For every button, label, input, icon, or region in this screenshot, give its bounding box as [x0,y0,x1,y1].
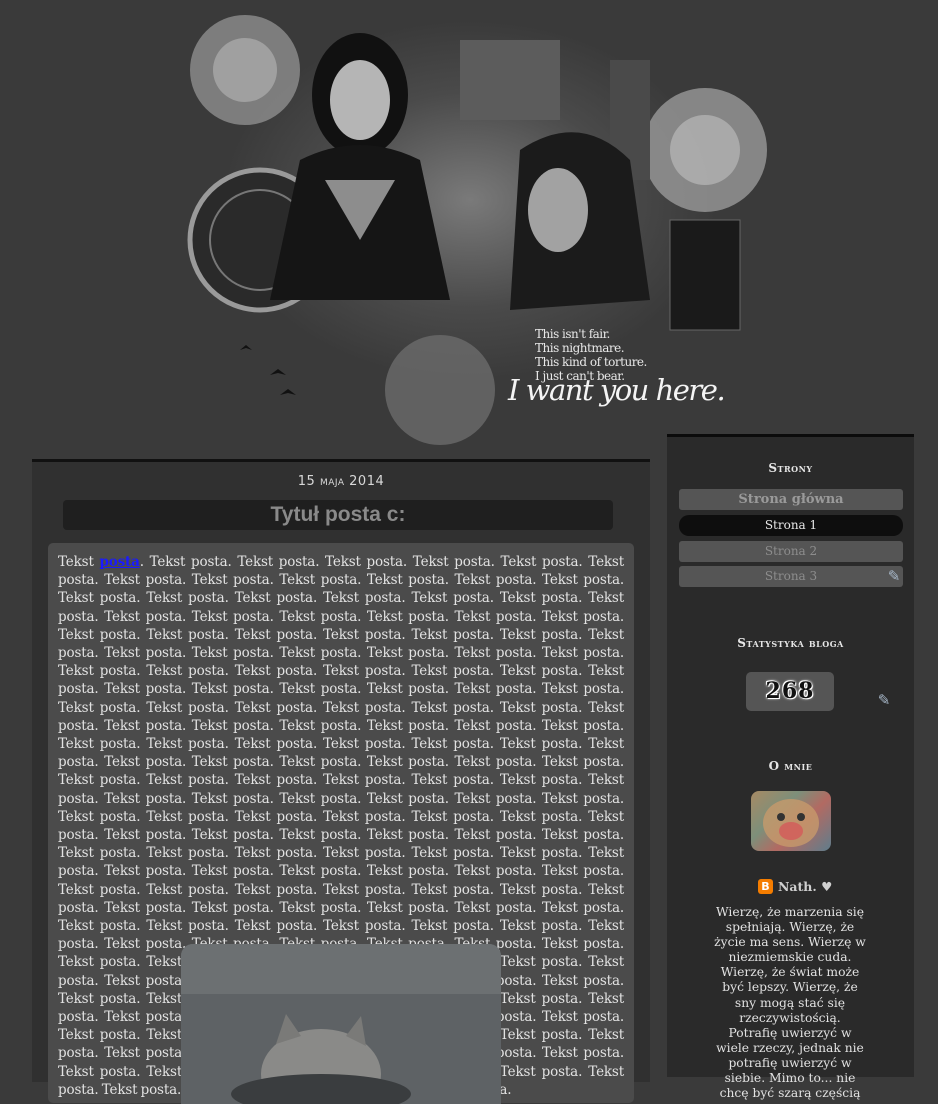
post-link[interactable]: posta [99,554,139,570]
stats-heading: Statystyka bloga [737,636,844,650]
header-banner: This isn't fair. This nightmare. This ki… [150,0,790,460]
page-link-1[interactable]: Strona 1 [679,515,903,536]
sidebar: Strony Strona główna Strona 1 Strona 2 S… [667,434,914,1100]
quote-line: This kind of torture. [535,355,647,369]
blogger-icon: B [758,879,773,894]
edit-stats-icon[interactable]: ✎ [875,691,893,709]
post-date: 15 maja 2014 [297,474,385,489]
profile-name-link[interactable]: Nath. ♥ [778,879,832,894]
post-text-start: Tekst [58,554,100,570]
post-image-kitten [181,944,501,1104]
kitten-image [181,944,501,1104]
visit-counter: 268 [746,672,834,711]
about-heading: O mnie [768,759,813,773]
edit-pages-icon[interactable]: ✎ [885,567,903,585]
about-text: Wierzę, że marzenia się spełniają. Wierz… [714,905,866,1101]
avatar-image [763,799,819,847]
main-column: 15 maja 2014 Tytuł posta c: Tekst posta.… [32,459,650,1104]
page-link-3[interactable]: Strona 3 [679,566,903,587]
pages-heading: Strony [768,461,813,475]
page-link-2[interactable]: Strona 2 [679,541,903,562]
avatar[interactable] [751,791,831,851]
page-link-home[interactable]: Strona główna [679,489,903,510]
quote-line: This isn't fair. [535,327,610,341]
header-tagline: I want you here. [508,373,726,407]
post-title[interactable]: Tytuł posta c: [63,500,613,530]
quote-line: This nightmare. [535,341,625,355]
post-body: Tekst posta. Tekst posta. Tekst posta. T… [48,543,634,1104]
